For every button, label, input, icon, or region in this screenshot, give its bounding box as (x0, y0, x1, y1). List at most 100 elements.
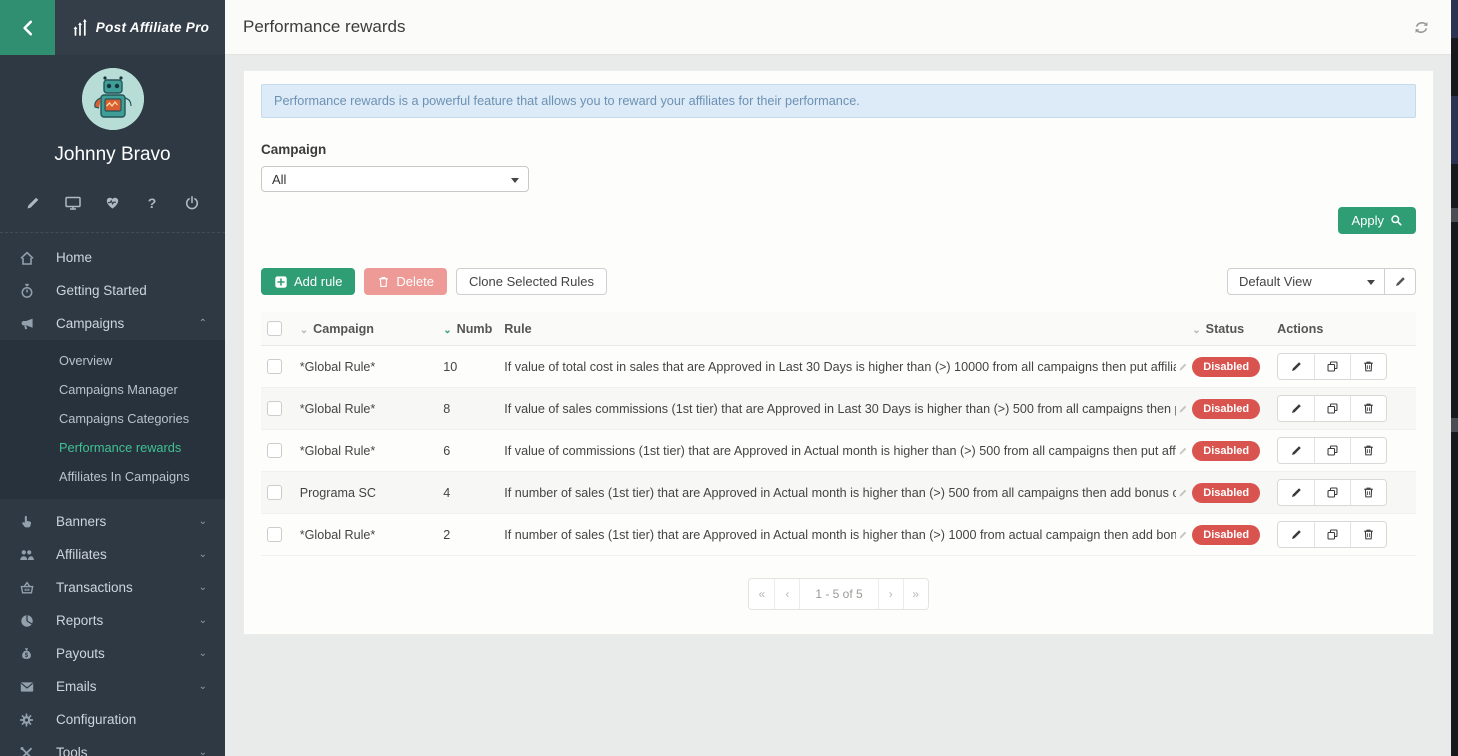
inline-edit-icon[interactable] (1178, 362, 1186, 372)
row-checkbox[interactable] (267, 443, 282, 458)
sidebar-item-label: Emails (56, 679, 199, 694)
clone-rule-button[interactable] (1314, 396, 1350, 421)
column-header-campaign[interactable]: ⌄Campaign (294, 312, 438, 346)
clone-rule-button[interactable] (1314, 522, 1350, 547)
app-logo[interactable]: Post Affiliate Pro (55, 0, 225, 55)
delete-rule-button[interactable] (1350, 522, 1386, 547)
sidebar-item-campaigns[interactable]: Campaigns ⌃ (0, 307, 225, 340)
sidebar-item-reports[interactable]: Reports ⌄ (0, 604, 225, 637)
sidebar-item-label: Payouts (56, 646, 199, 661)
sidebar-item-home[interactable]: Home (0, 241, 225, 274)
delete-rule-button[interactable] (1350, 480, 1386, 505)
sidebar-item-banners[interactable]: Banners ⌄ (0, 505, 225, 538)
scrollbar-thumb[interactable] (1451, 96, 1458, 164)
select-all-checkbox[interactable] (267, 321, 282, 336)
sidebar-item-configuration[interactable]: Configuration (0, 703, 225, 736)
inline-edit-icon[interactable] (1178, 404, 1186, 414)
view-select[interactable]: Default View (1227, 268, 1385, 295)
app-window: Post Affiliate Pro Johnny Bravo (0, 0, 1458, 756)
apply-button[interactable]: Apply (1338, 207, 1416, 234)
sidebar-item-affiliates-in-campaigns[interactable]: Affiliates In Campaigns (0, 462, 225, 491)
clone-rule-button[interactable] (1314, 354, 1350, 379)
delete-rule-button[interactable] (1350, 354, 1386, 379)
inline-edit-icon[interactable] (1178, 446, 1186, 456)
sidebar-item-getting-started[interactable]: Getting Started (0, 274, 225, 307)
column-header-rule[interactable]: Rule (498, 312, 1186, 346)
pie-chart-icon (18, 613, 35, 629)
search-icon (1390, 214, 1403, 227)
edit-rule-button[interactable] (1278, 354, 1314, 379)
sidebar-item-emails[interactable]: Emails ⌄ (0, 670, 225, 703)
row-checkbox[interactable] (267, 485, 282, 500)
edit-profile-icon[interactable] (22, 192, 44, 214)
chevron-down-icon: ⌄ (199, 549, 207, 560)
scrollbar[interactable] (1451, 0, 1458, 756)
cell-numb: 2 (437, 514, 498, 556)
pagination-last-button[interactable]: » (903, 579, 928, 609)
pagination-prev-button[interactable]: ‹ (774, 579, 799, 609)
edit-rule-button[interactable] (1278, 396, 1314, 421)
heart-pulse-icon[interactable] (102, 192, 124, 214)
apply-button-label: Apply (1351, 213, 1384, 228)
power-icon[interactable] (181, 192, 203, 214)
delete-button[interactable]: Delete (364, 268, 447, 295)
sidebar-item-transactions[interactable]: Transactions ⌄ (0, 571, 225, 604)
tools-icon (18, 745, 35, 756)
help-icon[interactable]: ? (141, 192, 163, 214)
edit-view-button[interactable] (1385, 268, 1416, 295)
inline-edit-icon[interactable] (1178, 488, 1186, 498)
campaign-select[interactable]: All (261, 166, 529, 192)
column-header-numb[interactable]: ⌄Numb (437, 312, 498, 346)
view-selector-group: Default View (1227, 268, 1416, 295)
main-content: Performance rewards is a powerful featur… (225, 56, 1458, 756)
sort-icon-active: ⌄ (443, 325, 451, 336)
clone-selected-rules-button[interactable]: Clone Selected Rules (456, 268, 607, 295)
clone-rule-button[interactable] (1314, 438, 1350, 463)
pagination-range-label: 1 - 5 of 5 (799, 579, 877, 609)
sidebar-item-payouts[interactable]: $ Payouts ⌄ (0, 637, 225, 670)
monitor-icon[interactable] (62, 192, 84, 214)
cell-campaign: *Global Rule* (294, 514, 438, 556)
scrollbar-thumb[interactable] (1451, 0, 1458, 38)
add-rule-button[interactable]: Add rule (261, 268, 355, 295)
table-row: *Global Rule* 2 If number of sales (1st … (261, 514, 1416, 556)
pagination-first-button[interactable]: « (749, 579, 774, 609)
sidebar-item-campaigns-categories[interactable]: Campaigns Categories (0, 404, 225, 433)
edit-rule-button[interactable] (1278, 522, 1314, 547)
cell-campaign: *Global Rule* (294, 430, 438, 472)
row-checkbox[interactable] (267, 527, 282, 542)
column-header-status[interactable]: ⌄Status (1186, 312, 1271, 346)
cell-rule: If number of sales (1st tier) that are A… (498, 472, 1186, 514)
sidebar-item-affiliates[interactable]: Affiliates ⌄ (0, 538, 225, 571)
delete-rule-button[interactable] (1350, 438, 1386, 463)
clone-rule-button[interactable] (1314, 480, 1350, 505)
sidebar-item-tools[interactable]: Tools ⌄ (0, 736, 225, 756)
home-icon (18, 250, 35, 266)
row-checkbox[interactable] (267, 401, 282, 416)
sidebar-item-label: Reports (56, 613, 199, 628)
refresh-icon[interactable] (1413, 19, 1430, 36)
sidebar-item-label: Getting Started (56, 283, 207, 298)
chevron-down-icon: ⌄ (199, 615, 207, 626)
chevron-down-icon: ⌄ (199, 516, 207, 527)
money-bag-icon: $ (18, 646, 35, 662)
edit-rule-button[interactable] (1278, 480, 1314, 505)
edit-rule-button[interactable] (1278, 438, 1314, 463)
sidebar-item-performance-rewards[interactable]: Performance rewards (0, 433, 225, 462)
sidebar: Post Affiliate Pro Johnny Bravo (0, 0, 225, 756)
user-actions-row: ? (0, 192, 225, 214)
status-badge: Disabled (1192, 483, 1260, 503)
sidebar-item-overview[interactable]: Overview (0, 346, 225, 375)
pagination-next-button[interactable]: › (878, 579, 903, 609)
avatar[interactable] (82, 68, 144, 130)
sidebar-item-campaigns-manager[interactable]: Campaigns Manager (0, 375, 225, 404)
scrollbar-mark (1451, 418, 1458, 432)
inline-edit-icon[interactable] (1178, 530, 1186, 540)
cell-numb: 6 (437, 430, 498, 472)
collapse-sidebar-button[interactable] (0, 0, 55, 55)
stopwatch-icon (18, 283, 35, 299)
delete-rule-button[interactable] (1350, 396, 1386, 421)
sidebar-nav: Home Getting Started Campaigns ⌃ Overvie… (0, 232, 225, 756)
users-icon (18, 547, 35, 563)
row-checkbox[interactable] (267, 359, 282, 374)
